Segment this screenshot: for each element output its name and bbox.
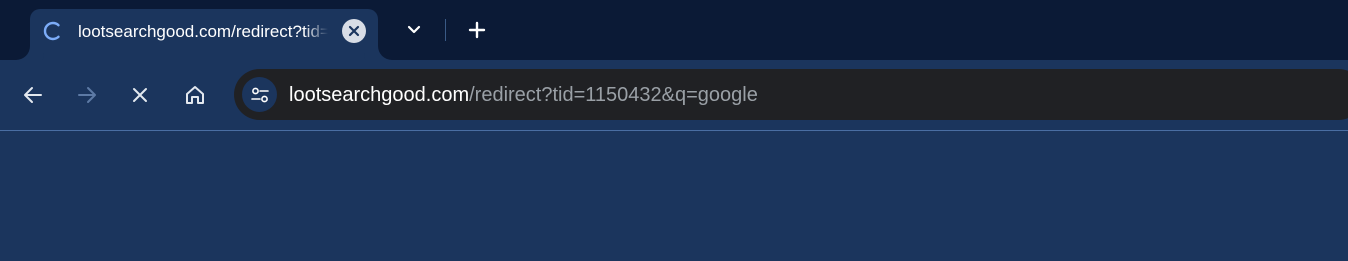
tab-strip: lootsearchgood.com/redirect?tid=1150432&…: [0, 0, 1348, 60]
url-path: /redirect?tid=1150432&q=google: [469, 84, 758, 106]
tab-title: lootsearchgood.com/redirect?tid=1150432&…: [78, 22, 328, 41]
arrow-right-icon[interactable]: [73, 81, 101, 109]
browser-window: lootsearchgood.com/redirect?tid=1150432&…: [0, 0, 1348, 261]
address-bar[interactable]: lootsearchgood.com/redirect?tid=1150432&…: [234, 69, 1348, 120]
close-icon[interactable]: [126, 81, 154, 109]
toolbar: lootsearchgood.com/redirect?tid=1150432&…: [0, 60, 1348, 131]
home-icon[interactable]: [181, 81, 209, 109]
url-text[interactable]: lootsearchgood.com/redirect?tid=1150432&…: [289, 82, 758, 108]
loading-spinner-icon: [42, 21, 62, 41]
tabstrip-divider: [445, 19, 446, 41]
chevron-down-icon[interactable]: [402, 18, 426, 42]
url-domain: lootsearchgood.com: [289, 84, 470, 106]
tune-icon[interactable]: [242, 77, 277, 112]
plus-icon[interactable]: [465, 18, 489, 42]
page-content: [0, 131, 1348, 261]
close-icon[interactable]: [342, 19, 366, 43]
arrow-left-icon[interactable]: [19, 81, 47, 109]
tab-active[interactable]: lootsearchgood.com/redirect?tid=1150432&…: [30, 9, 378, 60]
